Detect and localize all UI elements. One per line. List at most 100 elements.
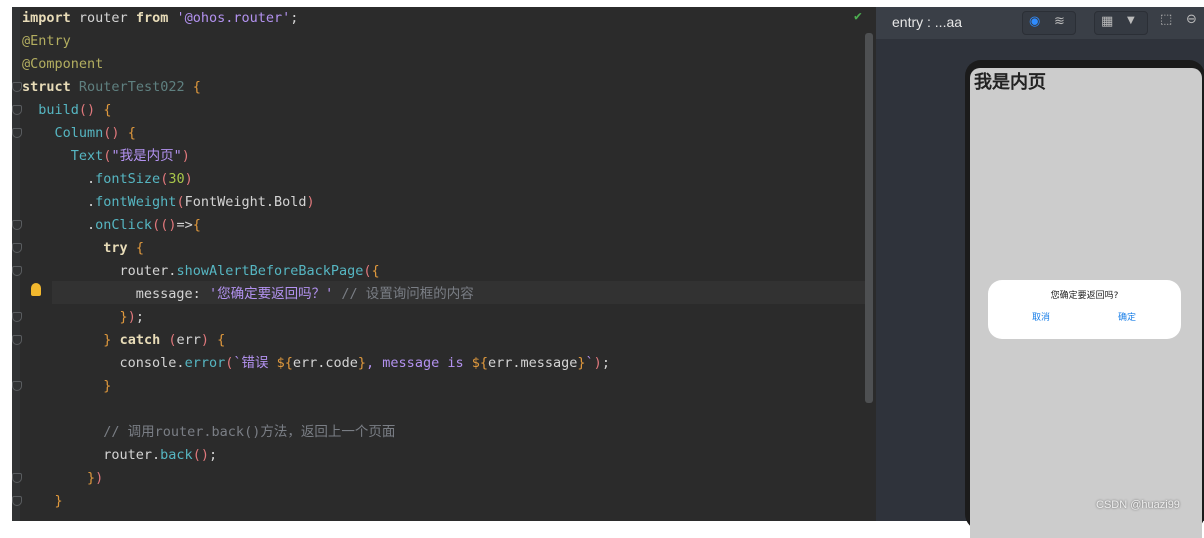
code-token: {	[103, 102, 112, 118]
code-line[interactable]: // 调用router.back()方法，返回上一个页面	[22, 421, 395, 444]
code-token: // 调用router.back()方法，返回上一个页面	[22, 424, 396, 440]
fold-icon[interactable]	[12, 312, 22, 322]
code-line[interactable]: import router from '@ohos.router';	[22, 7, 298, 30]
code-token: ;	[135, 309, 144, 325]
code-token: {	[192, 217, 201, 233]
code-token: =>	[176, 217, 193, 233]
code-line[interactable]: })	[22, 467, 103, 490]
chevron-down-icon[interactable]: ▼	[1127, 15, 1135, 26]
fold-icon[interactable]	[12, 381, 22, 391]
code-token: `错误	[233, 355, 277, 371]
fold-icon[interactable]	[12, 335, 22, 345]
fold-icon[interactable]	[12, 473, 22, 483]
code-token: ${	[471, 355, 488, 371]
code-token: ()	[78, 102, 96, 118]
code-token: back	[160, 447, 193, 463]
code-token: }	[87, 470, 96, 486]
code-line[interactable]: router.showAlertBeforeBackPage({	[22, 260, 380, 283]
code-token: @Component	[22, 56, 104, 72]
inspector-eye-icon[interactable]: ◉	[1029, 14, 1040, 29]
code-token: , message is	[366, 355, 472, 371]
code-token: )	[95, 470, 104, 486]
code-line[interactable]: struct RouterTest022 {	[22, 76, 201, 99]
code-line[interactable]: message: '您确定要返回吗？' // 设置询问框的内容	[22, 283, 474, 306]
frame-icon[interactable]: ⬚	[1160, 12, 1172, 27]
code-line[interactable]: router.back();	[22, 444, 217, 467]
cancel-button[interactable]: 取消	[1032, 310, 1050, 323]
code-token: )	[306, 194, 315, 210]
code-token: console.	[22, 355, 185, 371]
code-token: showAlertBeforeBackPage	[176, 263, 364, 279]
code-line[interactable]: }	[22, 375, 111, 398]
code-token: try	[103, 240, 128, 256]
code-token: ${	[276, 355, 293, 371]
code-line[interactable]: Text("我是内页")	[22, 145, 190, 168]
vertical-scrollbar[interactable]	[865, 33, 873, 403]
code-line[interactable]: console.error(`错误 ${err.code}, message i…	[22, 352, 610, 375]
confirm-button[interactable]: 确定	[1118, 310, 1136, 323]
code-line[interactable]: }	[22, 490, 63, 513]
fold-icon[interactable]	[12, 496, 22, 506]
code-token: import	[22, 10, 71, 26]
code-token: )	[184, 171, 193, 187]
fold-icon[interactable]	[12, 243, 22, 253]
code-line[interactable]: try {	[22, 237, 144, 260]
page-title-text[interactable]: 我是内页	[974, 68, 1046, 94]
components-icon[interactable]: ▦	[1101, 14, 1113, 29]
code-line[interactable]: build() {	[22, 99, 111, 122]
code-line[interactable]: .fontSize(30)	[22, 168, 193, 191]
fold-icon[interactable]	[12, 105, 22, 115]
code-token: FontWeight.Bold	[184, 194, 307, 210]
code-line[interactable]: } catch (err) {	[22, 329, 225, 352]
code-token: }	[54, 493, 63, 509]
code-token: {	[217, 332, 226, 348]
code-token: '您确定要返回吗？'	[208, 286, 334, 302]
code-token: Text	[70, 148, 104, 164]
code-line[interactable]: @Entry	[22, 30, 71, 53]
code-token: // 设置询问框的内容	[333, 286, 474, 302]
code-token: }	[119, 309, 128, 325]
code-token: @Entry	[22, 33, 71, 49]
previewer-panel: entry : ...aa ◉ ≋ ▦ ▼ ⬚ ⊖ 我是内页 您确定要返回吗? …	[876, 7, 1204, 538]
code-token: 30	[168, 171, 185, 187]
alert-dialog: 您确定要返回吗? 取消 确定	[988, 280, 1181, 339]
code-token: }	[357, 355, 367, 371]
code-line[interactable]: .fontWeight(FontWeight.Bold)	[22, 191, 315, 214]
layers-icon[interactable]: ≋	[1054, 14, 1065, 29]
code-token: router	[70, 10, 136, 26]
code-token: ()	[103, 125, 120, 141]
entry-label: entry : ...aa	[892, 14, 963, 30]
code-token: )	[593, 355, 602, 371]
fold-icon[interactable]	[12, 82, 22, 92]
code-line[interactable]: });	[22, 306, 144, 329]
code-token: `	[585, 355, 594, 371]
code-token: err	[176, 332, 201, 348]
code-token: )	[127, 309, 136, 325]
code-line[interactable]: @Component	[22, 53, 103, 76]
code-token: .	[22, 194, 96, 210]
fold-icon[interactable]	[12, 128, 22, 138]
code-token: ()	[192, 447, 209, 463]
code-token: router.	[22, 263, 177, 279]
fold-icon[interactable]	[12, 266, 22, 276]
zoom-out-icon[interactable]: ⊖	[1186, 12, 1197, 27]
code-token: .	[22, 217, 96, 233]
code-token: from	[135, 10, 169, 26]
code-editor[interactable]: ✔ import router from '@ohos.router'; @Ent…	[12, 7, 876, 521]
code-token: RouterTest022	[78, 79, 185, 95]
code-line[interactable]: Column() {	[22, 122, 136, 145]
code-line[interactable]: .onClick(()=>{	[22, 214, 201, 237]
code-token: (()	[152, 217, 177, 233]
code-token: "我是内页"	[111, 148, 182, 164]
fold-icon[interactable]	[12, 220, 22, 230]
